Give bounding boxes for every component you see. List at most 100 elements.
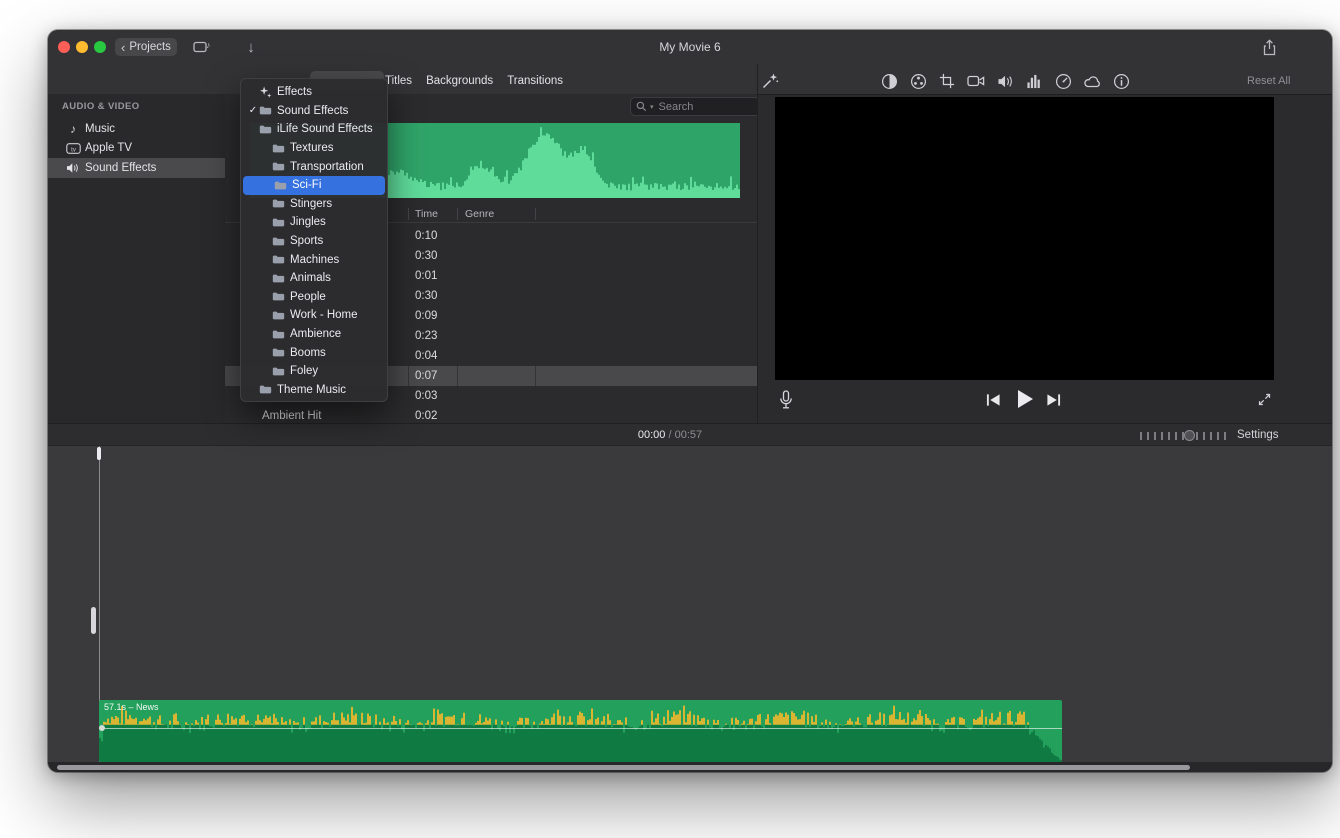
clip-info-icon[interactable] — [1111, 71, 1131, 91]
music-note-icon: ♪ — [65, 122, 81, 136]
color-balance-icon[interactable] — [879, 71, 899, 91]
playhead-handle[interactable] — [97, 447, 101, 460]
menu-item-label: Animals — [290, 272, 331, 284]
zoom-slider-thumb[interactable] — [1184, 430, 1195, 441]
volume-speaker-icon[interactable] — [995, 71, 1015, 91]
menu-item-label: Sports — [290, 235, 323, 247]
previous-frame-icon[interactable] — [984, 392, 1002, 408]
folder-icon — [259, 105, 272, 116]
menu-item-animals[interactable]: Animals — [241, 269, 387, 288]
timeline-zoom-slider[interactable] — [1140, 432, 1228, 440]
sidebar-item-sound-effects[interactable]: Sound Effects — [48, 158, 225, 178]
play-icon[interactable] — [1014, 388, 1036, 410]
menu-item-theme-music[interactable]: Theme Music — [241, 381, 387, 400]
column-divider — [408, 366, 409, 386]
import-down-arrow-icon[interactable]: ↓ — [242, 38, 260, 56]
sound-effects-category-menu: Effects ✓ Sound Effects iLife Sound Effects… — [240, 78, 388, 402]
audio-video-sidebar: AUDIO & VIDEO ♪ Music tv Apple TV Sound — [48, 94, 225, 423]
menu-item-effects[interactable]: Effects — [241, 83, 387, 102]
tab-transitions[interactable]: Transitions — [507, 75, 563, 87]
noise-equalizer-icon[interactable] — [1024, 71, 1044, 91]
column-divider — [457, 366, 458, 386]
checkmark-icon: ✓ — [247, 105, 259, 116]
record-voiceover-mic-icon[interactable] — [776, 388, 796, 412]
sidebar-item-apple-tv[interactable]: tv Apple TV — [48, 139, 225, 159]
folder-icon — [272, 291, 285, 302]
menu-item-sports[interactable]: Sports — [241, 232, 387, 251]
stabilization-camera-icon[interactable] — [966, 71, 986, 91]
zoom-window-button[interactable] — [94, 41, 106, 53]
apple-tv-icon: tv — [65, 143, 81, 154]
tab-backgrounds[interactable]: Backgrounds — [426, 75, 493, 87]
menu-item-work-home[interactable]: Work - Home — [241, 306, 387, 325]
tab-titles[interactable]: Titles — [385, 75, 412, 87]
next-frame-icon[interactable] — [1044, 392, 1062, 408]
sound-time: 0:10 — [415, 226, 437, 246]
effects-filter-cloud-icon[interactable] — [1082, 71, 1102, 91]
color-correction-icon[interactable] — [908, 71, 928, 91]
menu-item-ambience[interactable]: Ambience — [241, 325, 387, 344]
clip-volume-line[interactable] — [99, 728, 1062, 729]
search-icon — [636, 101, 647, 112]
column-divider — [535, 208, 536, 220]
search-input[interactable] — [657, 100, 754, 114]
menu-item-label: Effects — [277, 86, 312, 98]
sound-time: 0:23 — [415, 326, 437, 346]
folder-icon — [272, 310, 285, 321]
menu-item-foley[interactable]: Foley — [241, 362, 387, 381]
timeline-settings-button[interactable]: Settings — [1237, 424, 1279, 447]
folder-icon — [272, 143, 285, 154]
crop-icon[interactable] — [937, 71, 957, 91]
projects-back-label: Projects — [129, 41, 171, 53]
clip-label: 57.1s – News — [104, 702, 159, 712]
menu-item-label: Machines — [290, 254, 339, 266]
menu-item-people[interactable]: People — [241, 288, 387, 307]
column-header-time[interactable]: Time — [415, 206, 438, 222]
media-browser-icon[interactable]: ♪ — [191, 38, 213, 56]
search-scope-chevron-icon: ▾ — [650, 103, 654, 111]
sparkles-icon — [259, 86, 272, 99]
audio-clip-news[interactable]: 57.1s – News — [99, 700, 1062, 762]
enhance-wand-icon[interactable] — [760, 71, 780, 91]
horizontal-scrollbar-track — [48, 762, 1332, 772]
search-field[interactable]: ▾ — [630, 97, 757, 116]
menu-item-label: Transportation — [290, 161, 364, 173]
sound-time: 0:03 — [415, 386, 437, 406]
speed-gauge-icon[interactable] — [1053, 71, 1073, 91]
minimize-window-button[interactable] — [76, 41, 88, 53]
svg-text:♪: ♪ — [206, 40, 211, 50]
browser-viewer-divider — [757, 64, 758, 423]
menu-item-transportation[interactable]: Transportation — [241, 157, 387, 176]
column-divider — [457, 208, 458, 220]
chevron-left-icon: ‹ — [121, 41, 125, 54]
projects-back-button[interactable]: ‹ Projects — [115, 38, 177, 56]
folder-icon — [274, 180, 287, 191]
clip-fade-handle[interactable] — [99, 725, 105, 731]
fullscreen-icon[interactable] — [1255, 390, 1273, 408]
column-header-genre[interactable]: Genre — [465, 206, 494, 222]
sound-time: 0:01 — [415, 266, 437, 286]
sidebar-header: AUDIO & VIDEO — [62, 101, 140, 112]
menu-item-label: Sound Effects — [277, 105, 348, 117]
reset-all-button[interactable]: Reset All — [1247, 71, 1290, 91]
menu-item-jingles[interactable]: Jingles — [241, 213, 387, 232]
timeline-edge-handle[interactable] — [91, 607, 96, 634]
folder-icon — [272, 236, 285, 247]
menu-item-ilife-sound-effects[interactable]: iLife Sound Effects — [241, 120, 387, 139]
browser-tabs: Titles Backgrounds Transitions — [385, 71, 563, 91]
horizontal-scrollbar-thumb[interactable] — [57, 765, 1190, 770]
menu-item-textures[interactable]: Textures — [241, 139, 387, 158]
close-window-button[interactable] — [58, 41, 70, 53]
menu-item-machines[interactable]: Machines — [241, 250, 387, 269]
menu-item-sci-fi[interactable]: Sci-Fi — [243, 176, 385, 195]
clip-waveform-svg — [99, 700, 1062, 762]
menu-item-sound-effects[interactable]: ✓ Sound Effects — [241, 102, 387, 121]
column-divider — [408, 208, 409, 220]
menu-item-booms[interactable]: Booms — [241, 343, 387, 362]
sidebar-item-music[interactable]: ♪ Music — [48, 119, 225, 139]
share-icon[interactable] — [1259, 38, 1279, 56]
menu-item-label: Jingles — [290, 216, 326, 228]
sound-effect-row[interactable]: Ambient Hit0:02 — [225, 406, 757, 423]
viewer-preview-screen — [775, 97, 1274, 380]
menu-item-stingers[interactable]: Stingers — [241, 195, 387, 214]
